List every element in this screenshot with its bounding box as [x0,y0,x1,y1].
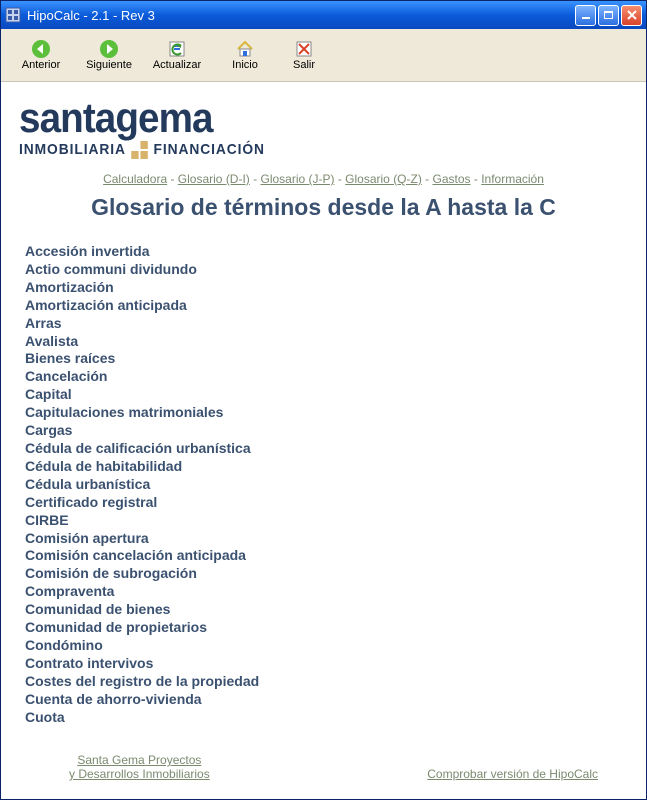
nav-link[interactable]: Glosario (J-P) [260,172,334,186]
minimize-button[interactable] [575,5,596,26]
term-item[interactable]: Cédula urbanística [25,476,628,494]
term-item[interactable]: Comunidad de bienes [25,601,628,619]
footer-right-label[interactable]: Comprobar versión de HipoCalc [427,767,598,781]
term-item[interactable]: Contrato intervivos [25,655,628,673]
footer-left-line2[interactable]: y Desarrollos Inmobiliarios [69,767,210,781]
term-item[interactable]: Arras [25,315,628,333]
term-item[interactable]: Comisión de subrogación [25,565,628,583]
term-item[interactable]: Amortización anticipada [25,297,628,315]
term-item[interactable]: Comunidad de propietarios [25,619,628,637]
toolbar-label: Salir [293,59,315,71]
brand-subtitle: INMOBILIARIA FINANCIACIÓN [19,140,579,158]
term-item[interactable]: Bienes raíces [25,350,628,368]
home-button[interactable]: Inicio [211,39,279,71]
nav-link[interactable]: Glosario (D-I) [178,172,250,186]
toolbar-label: Siguiente [86,59,132,71]
exit-button[interactable]: Salir [279,39,329,71]
page-title: Glosario de términos desde la A hasta la… [19,194,628,221]
brand-sub-right: FINANCIACIÓN [153,141,264,158]
term-item[interactable]: Amortización [25,279,628,297]
nav-link[interactable]: Calculadora [103,172,167,186]
term-item[interactable]: Condómino [25,637,628,655]
term-item[interactable]: Costes del registro de la propiedad [25,673,628,691]
back-button[interactable]: Anterior [7,39,75,71]
forward-icon [99,39,119,59]
term-item[interactable]: CIRBE [25,512,628,530]
footer-left-link[interactable]: Santa Gema Proyectos y Desarrollos Inmob… [69,753,210,781]
brand-sub-left: INMOBILIARIA [19,141,126,158]
term-item[interactable]: Cédula de habitabilidad [25,458,628,476]
term-item[interactable]: Accesión invertida [25,243,628,261]
term-item[interactable]: Cargas [25,422,628,440]
nav-link[interactable]: Información [481,172,544,186]
brand-name: santagema [19,94,579,142]
content-area: santagema INMOBILIARIA FINANCIACIÓN Calc… [1,82,646,799]
terms-list: Accesión invertidaActio communi dividund… [25,243,628,726]
term-item[interactable]: Capitulaciones matrimoniales [25,404,628,422]
term-item[interactable]: Cuota [25,709,628,727]
term-item[interactable]: Comisión apertura [25,530,628,548]
term-item[interactable]: Actio communi dividundo [25,261,628,279]
brand-squares-icon [131,141,148,159]
toolbar: Anterior Siguiente Actualizar Inicio Sal… [1,29,646,82]
term-item[interactable]: Comisión cancelación anticipada [25,547,628,565]
reload-button[interactable]: Actualizar [143,39,211,71]
titlebar: HipoCalc - 2.1 - Rev 3 [1,1,646,29]
footer: Santa Gema Proyectos y Desarrollos Inmob… [19,743,628,787]
footer-left-line1[interactable]: Santa Gema Proyectos [77,753,201,767]
maximize-button[interactable] [598,5,619,26]
app-window: HipoCalc - 2.1 - Rev 3 Anterior Siguient… [0,0,647,800]
home-icon [235,39,255,59]
close-button[interactable] [621,5,642,26]
breadcrumb: Calculadora - Glosario (D-I) - Glosario … [19,172,628,186]
term-item[interactable]: Cédula de calificación urbanística [25,440,628,458]
toolbar-label: Inicio [232,59,258,71]
back-icon [31,39,51,59]
window-title: HipoCalc - 2.1 - Rev 3 [27,8,575,23]
nav-link[interactable]: Glosario (Q-Z) [345,172,422,186]
app-icon [5,7,21,23]
forward-button[interactable]: Siguiente [75,39,143,71]
nav-link[interactable]: Gastos [433,172,471,186]
toolbar-label: Actualizar [153,59,201,71]
brand-logo: santagema INMOBILIARIA FINANCIACIÓN [19,94,628,158]
exit-icon [294,39,314,59]
term-item[interactable]: Cuenta de ahorro-vivienda [25,691,628,709]
term-item[interactable]: Avalista [25,333,628,351]
footer-right-link[interactable]: Comprobar versión de HipoCalc [427,767,598,781]
toolbar-label: Anterior [22,59,61,71]
term-item[interactable]: Certificado registral [25,494,628,512]
reload-icon [167,39,187,59]
term-item[interactable]: Compraventa [25,583,628,601]
term-item[interactable]: Cancelación [25,368,628,386]
term-item[interactable]: Capital [25,386,628,404]
